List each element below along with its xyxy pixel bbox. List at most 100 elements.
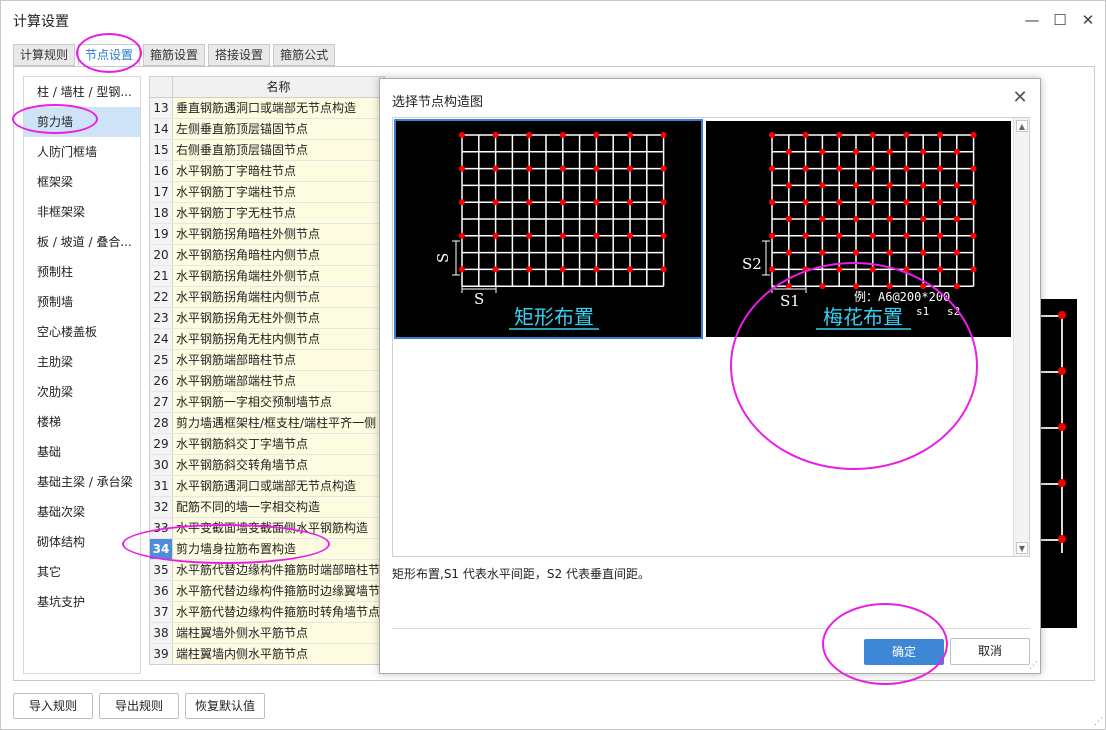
tab-calc-rules[interactable]: 计算规则 <box>13 44 76 66</box>
grid-row-selected[interactable]: 34 剪力墙身拉筋布置构造 <box>150 539 384 560</box>
grid-row[interactable]: 33 水平变截面墙变截面侧水平钢筋构造 <box>150 518 384 539</box>
grid-row-num: 13 <box>150 98 173 118</box>
grid-row[interactable]: 16 水平钢筋丁字暗柱节点 <box>150 161 384 182</box>
grid-row-num: 35 <box>150 560 173 580</box>
category-item[interactable]: 预制柱 <box>24 257 140 287</box>
grid-row-name: 剪力墙身拉筋布置构造 <box>173 539 384 559</box>
grid-row[interactable]: 20 水平钢筋拐角暗柱内侧节点 <box>150 245 384 266</box>
import-rules-button[interactable]: 导入规则 <box>13 693 93 719</box>
tab-stirrup-settings[interactable]: 箍筋设置 <box>143 44 206 66</box>
grid-row[interactable]: 15 右侧垂直筋顶层锚固节点 <box>150 140 384 161</box>
select-node-dialog: 选择节点构造图 ✕ S S 矩形布置 S2 S1 例：A6@200*200 s1… <box>379 78 1041 674</box>
grid-row[interactable]: 32 配筋不同的墙一字相交构造 <box>150 497 384 518</box>
minimize-icon[interactable]: — <box>1021 9 1043 31</box>
tab-stirrup-formula[interactable]: 箍筋公式 <box>273 44 336 66</box>
quincunx-spacing-h: S1 <box>780 292 800 310</box>
category-item[interactable]: 基坑支护 <box>24 587 140 617</box>
category-item[interactable]: 板 / 坡道 / 叠合... <box>24 227 140 257</box>
grid-row[interactable]: 30 水平钢筋斜交转角墙节点 <box>150 455 384 476</box>
grid-header-num <box>150 77 173 97</box>
grid-row[interactable]: 13 垂直钢筋遇洞口或端部无节点构造 <box>150 98 384 119</box>
grid-row[interactable]: 18 水平钢筋丁字无柱节点 <box>150 203 384 224</box>
category-item[interactable]: 其它 <box>24 557 140 587</box>
option-rect-layout[interactable]: S S 矩形布置 <box>394 119 703 339</box>
quincunx-example-s2: s2 <box>947 305 960 318</box>
category-item[interactable]: 预制墙 <box>24 287 140 317</box>
scroll-down-icon[interactable]: ▼ <box>1016 542 1028 554</box>
grid-row-num: 27 <box>150 392 173 412</box>
export-rules-button[interactable]: 导出规则 <box>99 693 179 719</box>
category-item[interactable]: 主肋梁 <box>24 347 140 377</box>
grid-row[interactable]: 37 水平筋代替边缘构件箍筋时转角墙节点 <box>150 602 384 623</box>
grid-row-num: 39 <box>150 644 173 664</box>
category-item[interactable]: 柱 / 墙柱 / 型钢... <box>24 77 140 107</box>
category-item[interactable]: 砌体结构 <box>24 527 140 557</box>
maximize-icon[interactable]: ☐ <box>1049 9 1071 31</box>
quincunx-spacing-v: S2 <box>742 255 762 273</box>
grid-row-name: 水平钢筋端部端柱节点 <box>173 371 384 391</box>
category-item[interactable]: 框架梁 <box>24 167 140 197</box>
grid-row-num: 21 <box>150 266 173 286</box>
grid-row-name: 水平变截面墙变截面侧水平钢筋构造 <box>173 518 384 538</box>
grid-row[interactable]: 14 左侧垂直筋顶层锚固节点 <box>150 119 384 140</box>
option-quincunx-layout[interactable]: S2 S1 例：A6@200*200 s1 s2 梅花布置 <box>706 121 1011 337</box>
category-item[interactable]: 人防门框墙 <box>24 137 140 167</box>
window-resize-grip[interactable]: ⋰ <box>1094 717 1103 727</box>
grid-row-name: 水平钢筋丁字端柱节点 <box>173 182 384 202</box>
grid-row[interactable]: 24 水平钢筋拐角无柱内侧节点 <box>150 329 384 350</box>
category-item-selected[interactable]: 剪力墙 <box>24 107 140 137</box>
grid-row-num: 19 <box>150 224 173 244</box>
close-icon[interactable]: ✕ <box>1077 9 1099 31</box>
quincunx-caption: 梅花布置 <box>823 305 903 329</box>
scroll-up-icon[interactable]: ▲ <box>1016 120 1028 132</box>
tab-node-settings[interactable]: 节点设置 <box>78 44 141 66</box>
category-item[interactable]: 基础次梁 <box>24 497 140 527</box>
tab-bar: 计算规则 节点设置 箍筋设置 搭接设置 箍筋公式 <box>13 44 336 66</box>
category-item[interactable]: 空心楼盖板 <box>24 317 140 347</box>
grid-row[interactable]: 19 水平钢筋拐角暗柱外侧节点 <box>150 224 384 245</box>
grid-row[interactable]: 38 端柱翼墙外侧水平筋节点 <box>150 623 384 644</box>
grid-row[interactable]: 21 水平钢筋拐角端柱外侧节点 <box>150 266 384 287</box>
preview-dot <box>1058 423 1066 431</box>
dialog-resize-grip[interactable]: ⋰ <box>1029 661 1038 671</box>
grid-row-name: 端柱翼墙外侧水平筋节点 <box>173 623 384 643</box>
category-item[interactable]: 次肋梁 <box>24 377 140 407</box>
category-item[interactable]: 基础 <box>24 437 140 467</box>
grid-row-num: 25 <box>150 350 173 370</box>
grid-row-num: 16 <box>150 161 173 181</box>
ok-button[interactable]: 确定 <box>864 639 944 665</box>
grid-row[interactable]: 29 水平钢筋斜交丁字墙节点 <box>150 434 384 455</box>
category-item[interactable]: 楼梯 <box>24 407 140 437</box>
diagram-description: 矩形布置,S1 代表水平间距，S2 代表垂直间距。 <box>392 567 650 581</box>
grid-row[interactable]: 39 端柱翼墙内侧水平筋节点 <box>150 644 384 664</box>
grid-row[interactable]: 27 水平钢筋一字相交预制墙节点 <box>150 392 384 413</box>
rect-spacing-h: S <box>474 290 484 308</box>
grid-header: 名称 <box>150 77 384 98</box>
grid-row-name: 水平钢筋拐角无柱内侧节点 <box>173 329 384 349</box>
picker-scrollbar[interactable]: ▲ ▼ <box>1013 118 1029 556</box>
tab-lap-settings[interactable]: 搭接设置 <box>208 44 271 66</box>
grid-row-name: 水平钢筋拐角暗柱外侧节点 <box>173 224 384 244</box>
grid-row[interactable]: 17 水平钢筋丁字端柱节点 <box>150 182 384 203</box>
category-item[interactable]: 非框架梁 <box>24 197 140 227</box>
grid-row-num: 33 <box>150 518 173 538</box>
dialog-close-icon[interactable]: ✕ <box>1010 87 1030 108</box>
grid-row-num: 31 <box>150 476 173 496</box>
grid-row-name: 水平钢筋遇洞口或端部无节点构造 <box>173 476 384 496</box>
grid-row[interactable]: 22 水平钢筋拐角端柱内侧节点 <box>150 287 384 308</box>
grid-row-num: 34 <box>150 539 173 559</box>
category-item[interactable]: 基础主梁 / 承台梁 <box>24 467 140 497</box>
cancel-button[interactable]: 取消 <box>950 638 1030 665</box>
grid-row[interactable]: 36 水平筋代替边缘构件箍筋时边缘翼墙节点 <box>150 581 384 602</box>
grid-row-name: 水平筋代替边缘构件箍筋时边缘翼墙节点 <box>173 581 384 601</box>
grid-row[interactable]: 25 水平钢筋端部暗柱节点 <box>150 350 384 371</box>
grid-row-num: 26 <box>150 371 173 391</box>
grid-row[interactable]: 35 水平筋代替边缘构件箍筋时端部暗柱节点 <box>150 560 384 581</box>
grid-row[interactable]: 23 水平钢筋拐角无柱外侧节点 <box>150 308 384 329</box>
grid-row[interactable]: 28 剪力墙遇框架柱/框支柱/端柱平齐一侧 <box>150 413 384 434</box>
grid-row[interactable]: 31 水平钢筋遇洞口或端部无节点构造 <box>150 476 384 497</box>
grid-row-name: 水平钢筋丁字无柱节点 <box>173 203 384 223</box>
grid-row-name: 水平钢筋斜交丁字墙节点 <box>173 434 384 454</box>
grid-row[interactable]: 26 水平钢筋端部端柱节点 <box>150 371 384 392</box>
restore-defaults-button[interactable]: 恢复默认值 <box>185 693 265 719</box>
